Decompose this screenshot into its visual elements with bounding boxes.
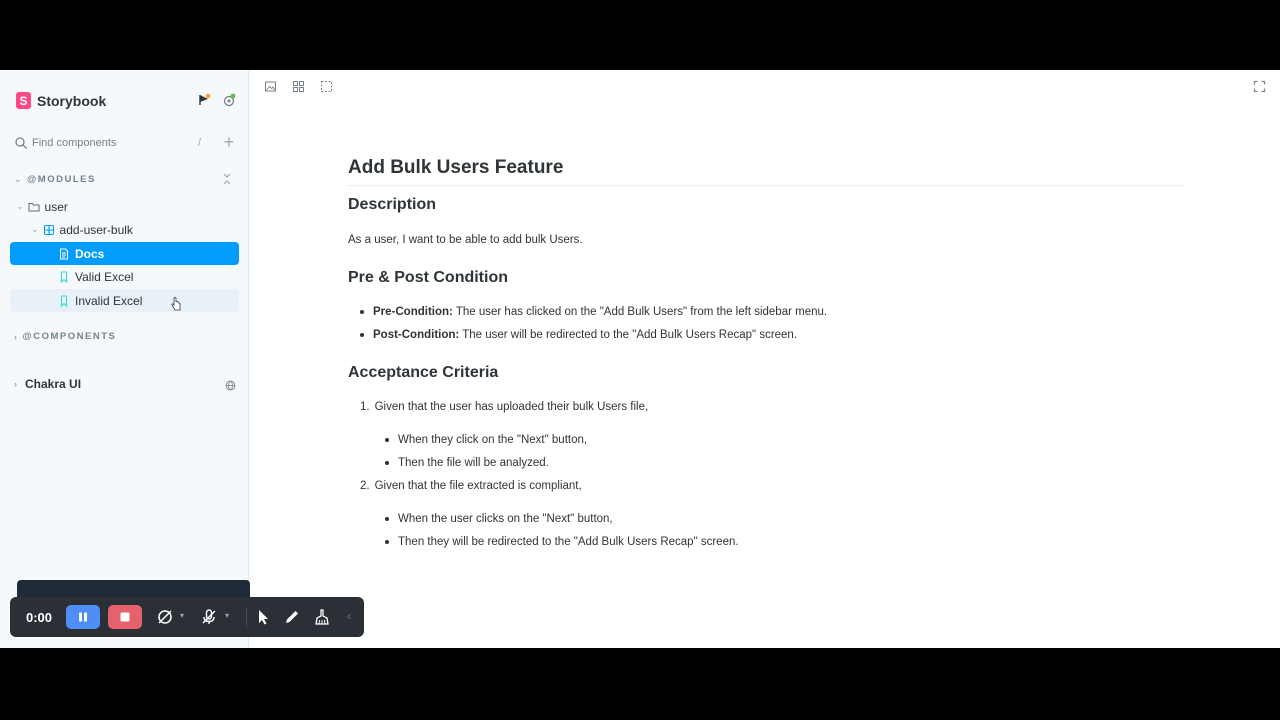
bullet-icon: [385, 540, 389, 544]
list-item: Post-Condition: The user will be redirec…: [360, 329, 797, 341]
outline-icon[interactable]: [320, 80, 333, 93]
modules-label: @MODULES: [27, 174, 96, 185]
pause-icon: [79, 612, 87, 622]
stop-icon: [120, 612, 130, 622]
create-story-button[interactable]: +: [219, 133, 239, 153]
divider: [246, 607, 247, 627]
criteria-subitem: When the user clicks on the "Next" butto…: [398, 513, 613, 525]
description-heading: Description: [348, 196, 437, 213]
tree-label-story: Invalid Excel: [75, 293, 143, 308]
bookmark-icon: [58, 294, 70, 307]
criteria-text: Given that the file extracted is complia…: [374, 480, 582, 492]
chevron-down-icon: ⌄: [31, 224, 39, 234]
criteria-heading: Acceptance Criteria: [348, 364, 499, 381]
tree-item-story[interactable]: Valid Excel: [10, 265, 239, 288]
hand-cursor-icon: [171, 297, 181, 311]
list-item: Then they will be redirected to the "Add…: [385, 536, 739, 548]
bullet-icon: [385, 461, 389, 465]
tree-folder-user[interactable]: ⌄ user: [10, 195, 239, 218]
collapse-toolbar-icon[interactable]: ‹: [347, 608, 351, 623]
grid-icon[interactable]: [292, 80, 305, 93]
collapse-all-icon[interactable]: [221, 172, 233, 186]
storybook-logo-icon: S: [16, 92, 31, 109]
bullet-icon: [385, 517, 389, 521]
bullet-icon: [360, 310, 364, 314]
pointer-icon[interactable]: [254, 608, 272, 626]
chevron-down-icon: ⌄: [16, 201, 24, 211]
criteria-number: 2.: [360, 480, 370, 492]
pre-condition-text: The user has clicked on the "Add Bulk Us…: [455, 306, 828, 318]
components-label: @COMPONENTS: [22, 331, 117, 342]
ref-label: Chakra UI: [25, 377, 82, 391]
search-box[interactable]: /: [10, 133, 211, 153]
criteria-subitem: When they click on the "Next" button,: [398, 434, 588, 446]
tree-label-user: user: [44, 199, 68, 214]
preview-toolbar: [250, 70, 1280, 103]
docs-page: Add Bulk Users Feature Description As a …: [250, 103, 1280, 648]
storybook-window: S Storybook / + ⌄ @MODULES ⌄ user: [0, 70, 1280, 648]
search-input[interactable]: [32, 137, 192, 149]
brand[interactable]: S Storybook: [16, 92, 106, 109]
pre-condition-label: Pre-Condition:: [373, 306, 453, 318]
brand-name: Storybook: [37, 92, 107, 109]
globe-icon[interactable]: [225, 380, 236, 391]
stop-button[interactable]: [108, 605, 142, 629]
fullscreen-icon[interactable]: [1253, 80, 1266, 93]
post-condition-text: The user will be redirected to the "Add …: [462, 329, 798, 341]
camera-options-caret[interactable]: ▾: [180, 611, 184, 620]
tree-item-story[interactable]: Invalid Excel: [10, 289, 239, 312]
criteria-item: 1. Given that the user has uploaded thei…: [360, 401, 648, 413]
document-icon: [58, 247, 70, 260]
tree-component-add-user-bulk[interactable]: ⌄ add-user-bulk: [10, 218, 239, 241]
chevron-right-icon: ›: [14, 331, 19, 342]
description-text: As a user, I want to be able to add bulk…: [348, 234, 583, 246]
chevron-right-icon: ›: [14, 379, 17, 389]
image-icon[interactable]: [264, 80, 277, 93]
bullet-icon: [385, 438, 389, 442]
microphone-off-icon[interactable]: [200, 608, 218, 626]
search-shortcut: /: [197, 137, 201, 149]
tree-item-docs[interactable]: Docs: [10, 242, 239, 265]
list-item: Then the file will be analyzed.: [385, 457, 549, 469]
sidebar: S Storybook / + ⌄ @MODULES ⌄ user: [0, 70, 250, 648]
criteria-item: 2. Given that the file extracted is comp…: [360, 480, 582, 492]
eraser-icon[interactable]: [313, 608, 331, 626]
criteria-subitem: Then they will be redirected to the "Add…: [398, 536, 739, 548]
component-icon: [43, 224, 55, 236]
tree-label-story: Valid Excel: [75, 269, 134, 284]
camera-off-icon[interactable]: [156, 608, 174, 626]
bookmark-icon: [58, 270, 70, 283]
criteria-text: Given that the user has uploaded their b…: [374, 401, 649, 413]
bullet-icon: [360, 333, 364, 337]
recording-timer: 0:00: [26, 609, 53, 625]
onboarding-flag-icon[interactable]: [196, 92, 212, 108]
criteria-subitem: Then the file will be analyzed.: [398, 457, 549, 469]
search-icon: [15, 137, 27, 149]
components-group-header[interactable]: › @COMPONENTS: [14, 331, 116, 342]
conditions-heading: Pre & Post Condition: [348, 269, 508, 286]
tree-label-add-user-bulk: add-user-bulk: [59, 222, 133, 237]
post-condition-label: Post-Condition:: [373, 329, 460, 341]
pen-icon[interactable]: [283, 608, 301, 626]
chevron-down-icon: ⌄: [14, 174, 24, 184]
criteria-number: 1.: [360, 401, 370, 413]
modules-group-header[interactable]: ⌄ @MODULES: [14, 174, 96, 185]
page-title: Add Bulk Users Feature: [348, 157, 1184, 186]
list-item: When they click on the "Next" button,: [385, 434, 587, 446]
ref-chakra-ui[interactable]: › Chakra UI: [14, 377, 81, 391]
list-item: When the user clicks on the "Next" butto…: [385, 513, 613, 525]
folder-icon: [28, 201, 40, 213]
recorder-toolbar: 0:00 ▾ ▾ ‹: [10, 597, 364, 637]
microphone-options-caret[interactable]: ▾: [225, 611, 229, 620]
settings-icon[interactable]: [221, 92, 237, 108]
tree-label-docs: Docs: [75, 246, 105, 261]
pause-button[interactable]: [66, 605, 100, 629]
list-item: Pre-Condition: The user has clicked on t…: [360, 306, 827, 318]
